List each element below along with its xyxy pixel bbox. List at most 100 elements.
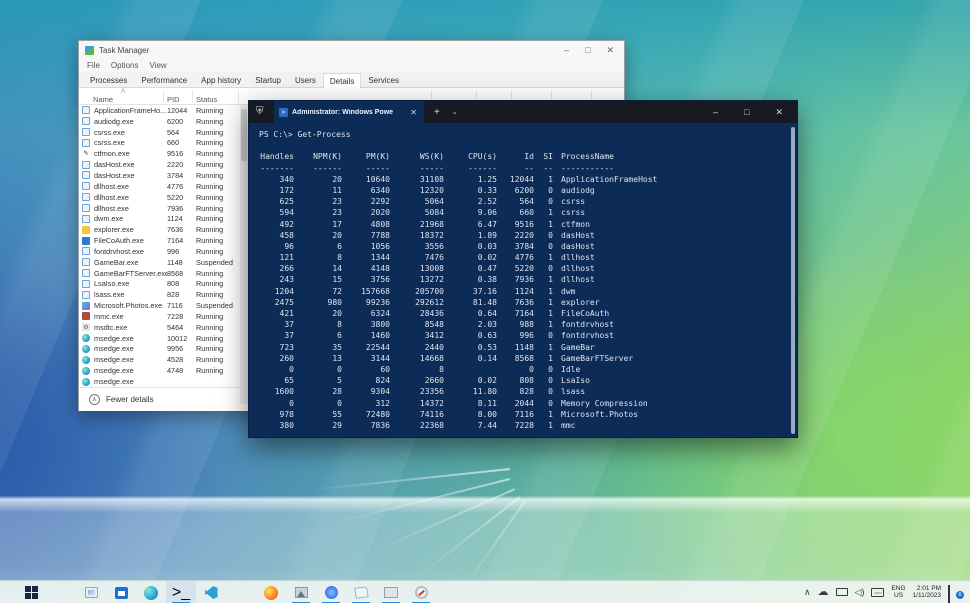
task-manager-titlebar[interactable]: Task Manager – □ ✕ (79, 41, 624, 59)
terminal-titlebar[interactable]: ⛨ > Administrator: Windows Powe ✕ + ⌄ – … (249, 101, 797, 123)
cell: ------ (444, 163, 497, 174)
cell: 12320 (390, 185, 444, 196)
taskbar-app-notes[interactable] (346, 581, 376, 603)
taskbar-app-store[interactable] (106, 581, 136, 603)
maximize-button[interactable]: □ (585, 46, 590, 55)
scrollbar-thumb[interactable] (241, 109, 247, 161)
tab-startup[interactable]: Startup (248, 72, 288, 87)
cell: 2.52 (444, 196, 497, 207)
terminal-tab[interactable]: > Administrator: Windows Powe ✕ (274, 101, 424, 123)
cell: 2475 (259, 297, 294, 308)
cell-processname: Microsoft.Photos (561, 409, 638, 420)
cell: 3784 (497, 241, 534, 252)
touch-keyboard-icon[interactable]: ▭▭ (871, 588, 884, 597)
taskbar-app-firefox[interactable] (256, 581, 286, 603)
menu-file[interactable]: File (87, 61, 100, 70)
minimize-button[interactable]: – (564, 46, 569, 55)
cell: 1 (534, 219, 553, 230)
task-manager-app-icon (85, 46, 94, 55)
tab-app-history[interactable]: App history (194, 72, 248, 87)
tab-details[interactable]: Details (323, 73, 361, 88)
cell: ------ (294, 163, 342, 174)
process-status: Running (196, 149, 242, 158)
taskbar-app-settings[interactable] (46, 581, 76, 603)
tab-dropdown-icon[interactable]: ⌄ (452, 108, 458, 116)
process-status: Running (196, 193, 242, 202)
tray-chevron-up-icon[interactable]: ∧ (804, 587, 811, 597)
process-pid: 6200 (167, 117, 196, 126)
cell: 2020 (342, 207, 390, 218)
tab-services[interactable]: Services (361, 72, 406, 87)
tab-users[interactable]: Users (288, 72, 323, 87)
cell: 458 (259, 230, 294, 241)
menu-view[interactable]: View (149, 61, 166, 70)
clock[interactable]: 2:01 PM 1/11/2023 (913, 585, 941, 600)
close-button[interactable]: ✕ (606, 46, 614, 55)
process-status: Running (196, 366, 242, 375)
fewer-details-button[interactable]: Fewer details (106, 395, 154, 404)
process-status: Running (196, 312, 242, 321)
cell: 1 (534, 297, 553, 308)
terminal-row: 59423202050849.066601csrss (259, 207, 797, 218)
cell: 828 (497, 386, 534, 397)
column-header-name[interactable]: Name (93, 95, 113, 104)
close-button[interactable]: ✕ (775, 107, 783, 118)
speaker-icon[interactable]: ◁) (855, 587, 865, 597)
maximize-button[interactable]: □ (744, 107, 749, 118)
store-icon (115, 587, 128, 599)
cell: 2660 (390, 375, 444, 386)
tab-close-icon[interactable]: ✕ (408, 108, 419, 117)
taskbar-app-recorder[interactable] (406, 581, 436, 603)
column-header-status[interactable]: Status (196, 95, 217, 104)
taskbar-app-vscode[interactable] (196, 581, 226, 603)
terminal-output[interactable]: PS C:\> Get-Process HandlesNPM(K)PM(K)WS… (249, 123, 797, 438)
cell: 6.47 (444, 219, 497, 230)
taskbar-app-frame[interactable] (376, 581, 406, 603)
new-tab-button[interactable]: + (434, 107, 440, 118)
process-status: Running (196, 247, 242, 256)
taskbar-app-explorer[interactable] (226, 581, 256, 603)
terminal-row: 380297836223687.4472281mmc (259, 420, 797, 431)
column-header-pid[interactable]: PID (167, 95, 180, 104)
cell: 8.11 (444, 398, 497, 409)
column-separator[interactable] (163, 90, 164, 102)
cell: 11 (294, 185, 342, 196)
scrollbar[interactable] (240, 105, 248, 404)
taskbar-app-media[interactable] (76, 581, 106, 603)
terminal-row: 266144148130080.4752200dllhost (259, 263, 797, 274)
taskbar-app-terminal[interactable]: >_ (166, 581, 196, 603)
network-display-icon[interactable] (836, 588, 848, 596)
taskbar-app-powertoys[interactable] (316, 581, 346, 603)
cell: 13 (294, 353, 342, 364)
taskbar-app-photos[interactable] (286, 581, 316, 603)
cell: 1124 (497, 286, 534, 297)
cell: 0 (534, 375, 553, 386)
cell: 9304 (342, 386, 390, 397)
cell: 980 (294, 297, 342, 308)
cell: 0 (534, 398, 553, 409)
notification-center-button[interactable]: 6 (948, 586, 962, 598)
tab-performance[interactable]: Performance (134, 72, 194, 87)
cell: 14668 (390, 353, 444, 364)
process-status: Running (196, 225, 242, 234)
language-indicator[interactable]: ENG US (891, 585, 905, 600)
cell: ------- (259, 163, 294, 174)
powertoys-icon (325, 586, 338, 599)
minimize-button[interactable]: – (713, 107, 718, 118)
chevron-up-icon: ∧ (89, 394, 100, 405)
start-button[interactable] (16, 581, 46, 603)
menu-options[interactable]: Options (111, 61, 139, 70)
column-separator[interactable] (238, 90, 239, 102)
column-separator[interactable] (192, 90, 193, 102)
powershell-icon: > (279, 108, 288, 117)
cell: 312 (342, 398, 390, 409)
cell: 0 (534, 196, 553, 207)
taskbar-app-edge[interactable] (136, 581, 166, 603)
tab-processes[interactable]: Processes (83, 72, 134, 87)
onedrive-cloud-icon[interactable]: ☁ (818, 587, 829, 597)
media-icon (85, 587, 98, 598)
cell-processname: dllhost (561, 252, 595, 263)
process-pid: 7116 (167, 301, 196, 310)
scrollbar[interactable] (791, 127, 795, 434)
cell: 74116 (390, 409, 444, 420)
